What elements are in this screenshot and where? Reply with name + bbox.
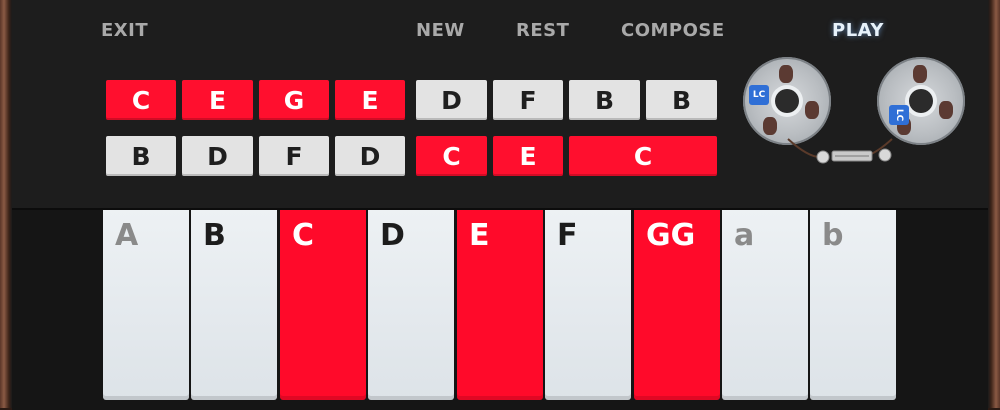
sequence-note-tile[interactable]: F xyxy=(259,136,329,176)
piano-key-a[interactable]: A xyxy=(103,210,189,400)
key-label: b xyxy=(822,218,844,253)
piano-key-a-high[interactable]: a xyxy=(722,210,808,400)
sequence-note-tile[interactable]: G xyxy=(259,80,329,120)
sequence-note-tile[interactable]: E xyxy=(335,80,405,120)
reel-hub xyxy=(775,89,799,113)
sequence-note-tile[interactable]: D xyxy=(335,136,405,176)
sequence-note-tile[interactable]: E xyxy=(493,136,563,176)
piano-key-c[interactable]: C xyxy=(280,210,366,400)
reel-hole xyxy=(763,117,777,135)
sequence-note-tile[interactable]: C xyxy=(569,136,717,176)
sequence-note-tile[interactable]: E xyxy=(182,80,253,120)
lc-badge: LC xyxy=(889,105,909,125)
left-tape-reel: LC xyxy=(743,57,831,145)
piano-key-f[interactable]: F xyxy=(545,210,631,400)
key-label: a xyxy=(734,218,755,253)
sequence-note-tile[interactable]: C xyxy=(416,136,487,176)
reel-hole xyxy=(805,101,819,119)
exit-button[interactable]: EXIT xyxy=(101,20,148,41)
sequence-note-tile[interactable]: B xyxy=(569,80,640,120)
piano-key-b-high[interactable]: b xyxy=(810,210,896,400)
sequence-note-tile[interactable]: B xyxy=(106,136,176,176)
sequence-note-tile[interactable]: D xyxy=(182,136,253,176)
key-label: B xyxy=(203,218,226,253)
key-label: E xyxy=(469,218,490,253)
lc-badge: LC xyxy=(749,85,769,105)
reel-hole xyxy=(913,65,927,83)
key-label: C xyxy=(292,218,315,253)
new-button[interactable]: NEW xyxy=(416,20,465,41)
sequence-note-tile[interactable]: D xyxy=(416,80,487,120)
key-label: F xyxy=(557,218,578,253)
key-label: GG xyxy=(646,218,696,253)
sequence-note-tile[interactable]: F xyxy=(493,80,563,120)
sequence-note-tile[interactable]: B xyxy=(646,80,717,120)
piano-key-d[interactable]: D xyxy=(368,210,454,400)
piano-key-e[interactable]: E xyxy=(457,210,543,400)
reel-hub xyxy=(909,89,933,113)
play-button[interactable]: PLAY xyxy=(832,20,884,41)
piano-key-b[interactable]: B xyxy=(191,210,277,400)
right-tape-reel: LC xyxy=(877,57,965,145)
compose-button[interactable]: COMPOSE xyxy=(621,20,725,41)
piano-key-g[interactable]: GG xyxy=(634,210,720,400)
rest-button[interactable]: REST xyxy=(516,20,569,41)
reel-hole xyxy=(939,101,953,119)
tape-path xyxy=(787,138,893,164)
reel-hole xyxy=(779,65,793,83)
key-label: A xyxy=(115,218,139,253)
sequence-note-tile[interactable]: C xyxy=(106,80,176,120)
key-label: D xyxy=(380,218,405,253)
